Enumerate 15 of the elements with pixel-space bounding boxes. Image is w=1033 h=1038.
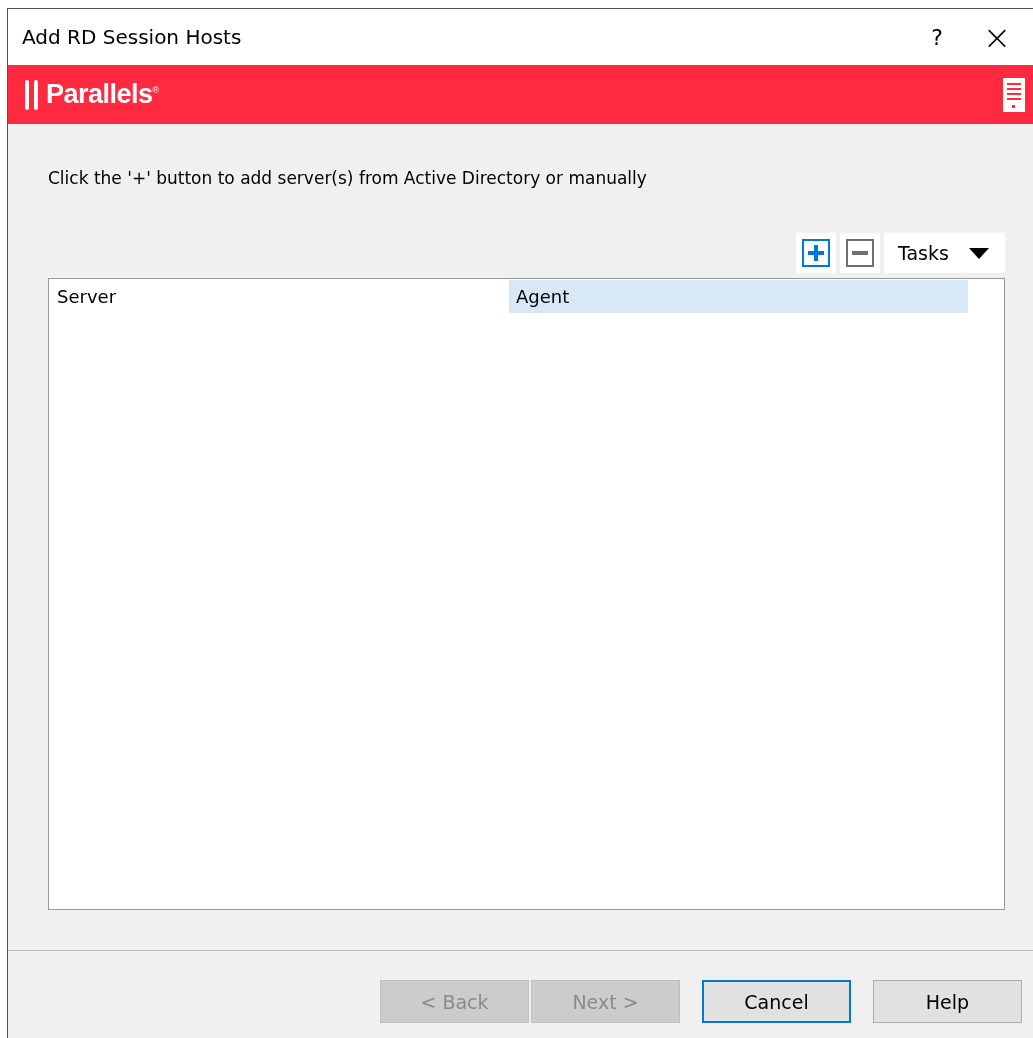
bars-icon [24, 79, 40, 110]
close-button[interactable]: × [967, 17, 1027, 57]
window-title: Add RD Session Hosts [22, 25, 243, 49]
caret-icon [968, 247, 989, 259]
remove-button[interactable] [840, 233, 880, 273]
add-button[interactable] [796, 233, 836, 273]
server-icon[interactable] [1003, 77, 1025, 112]
help-button[interactable]: ? [907, 17, 967, 57]
dialog-button[interactable]: Cancel [702, 980, 851, 1023]
tasks-dropdown[interactable]: Tasks [884, 233, 1005, 273]
column-header[interactable]: Server [50, 280, 509, 313]
dialog-button[interactable]: Help [873, 980, 1022, 1023]
column-header[interactable]: Agent [509, 280, 968, 313]
brand-logo: Parallels$^{®}$ [46, 79, 160, 110]
instruction-text: Click the '+' button to add server(s) from Active Directory or manually [48, 168, 648, 188]
